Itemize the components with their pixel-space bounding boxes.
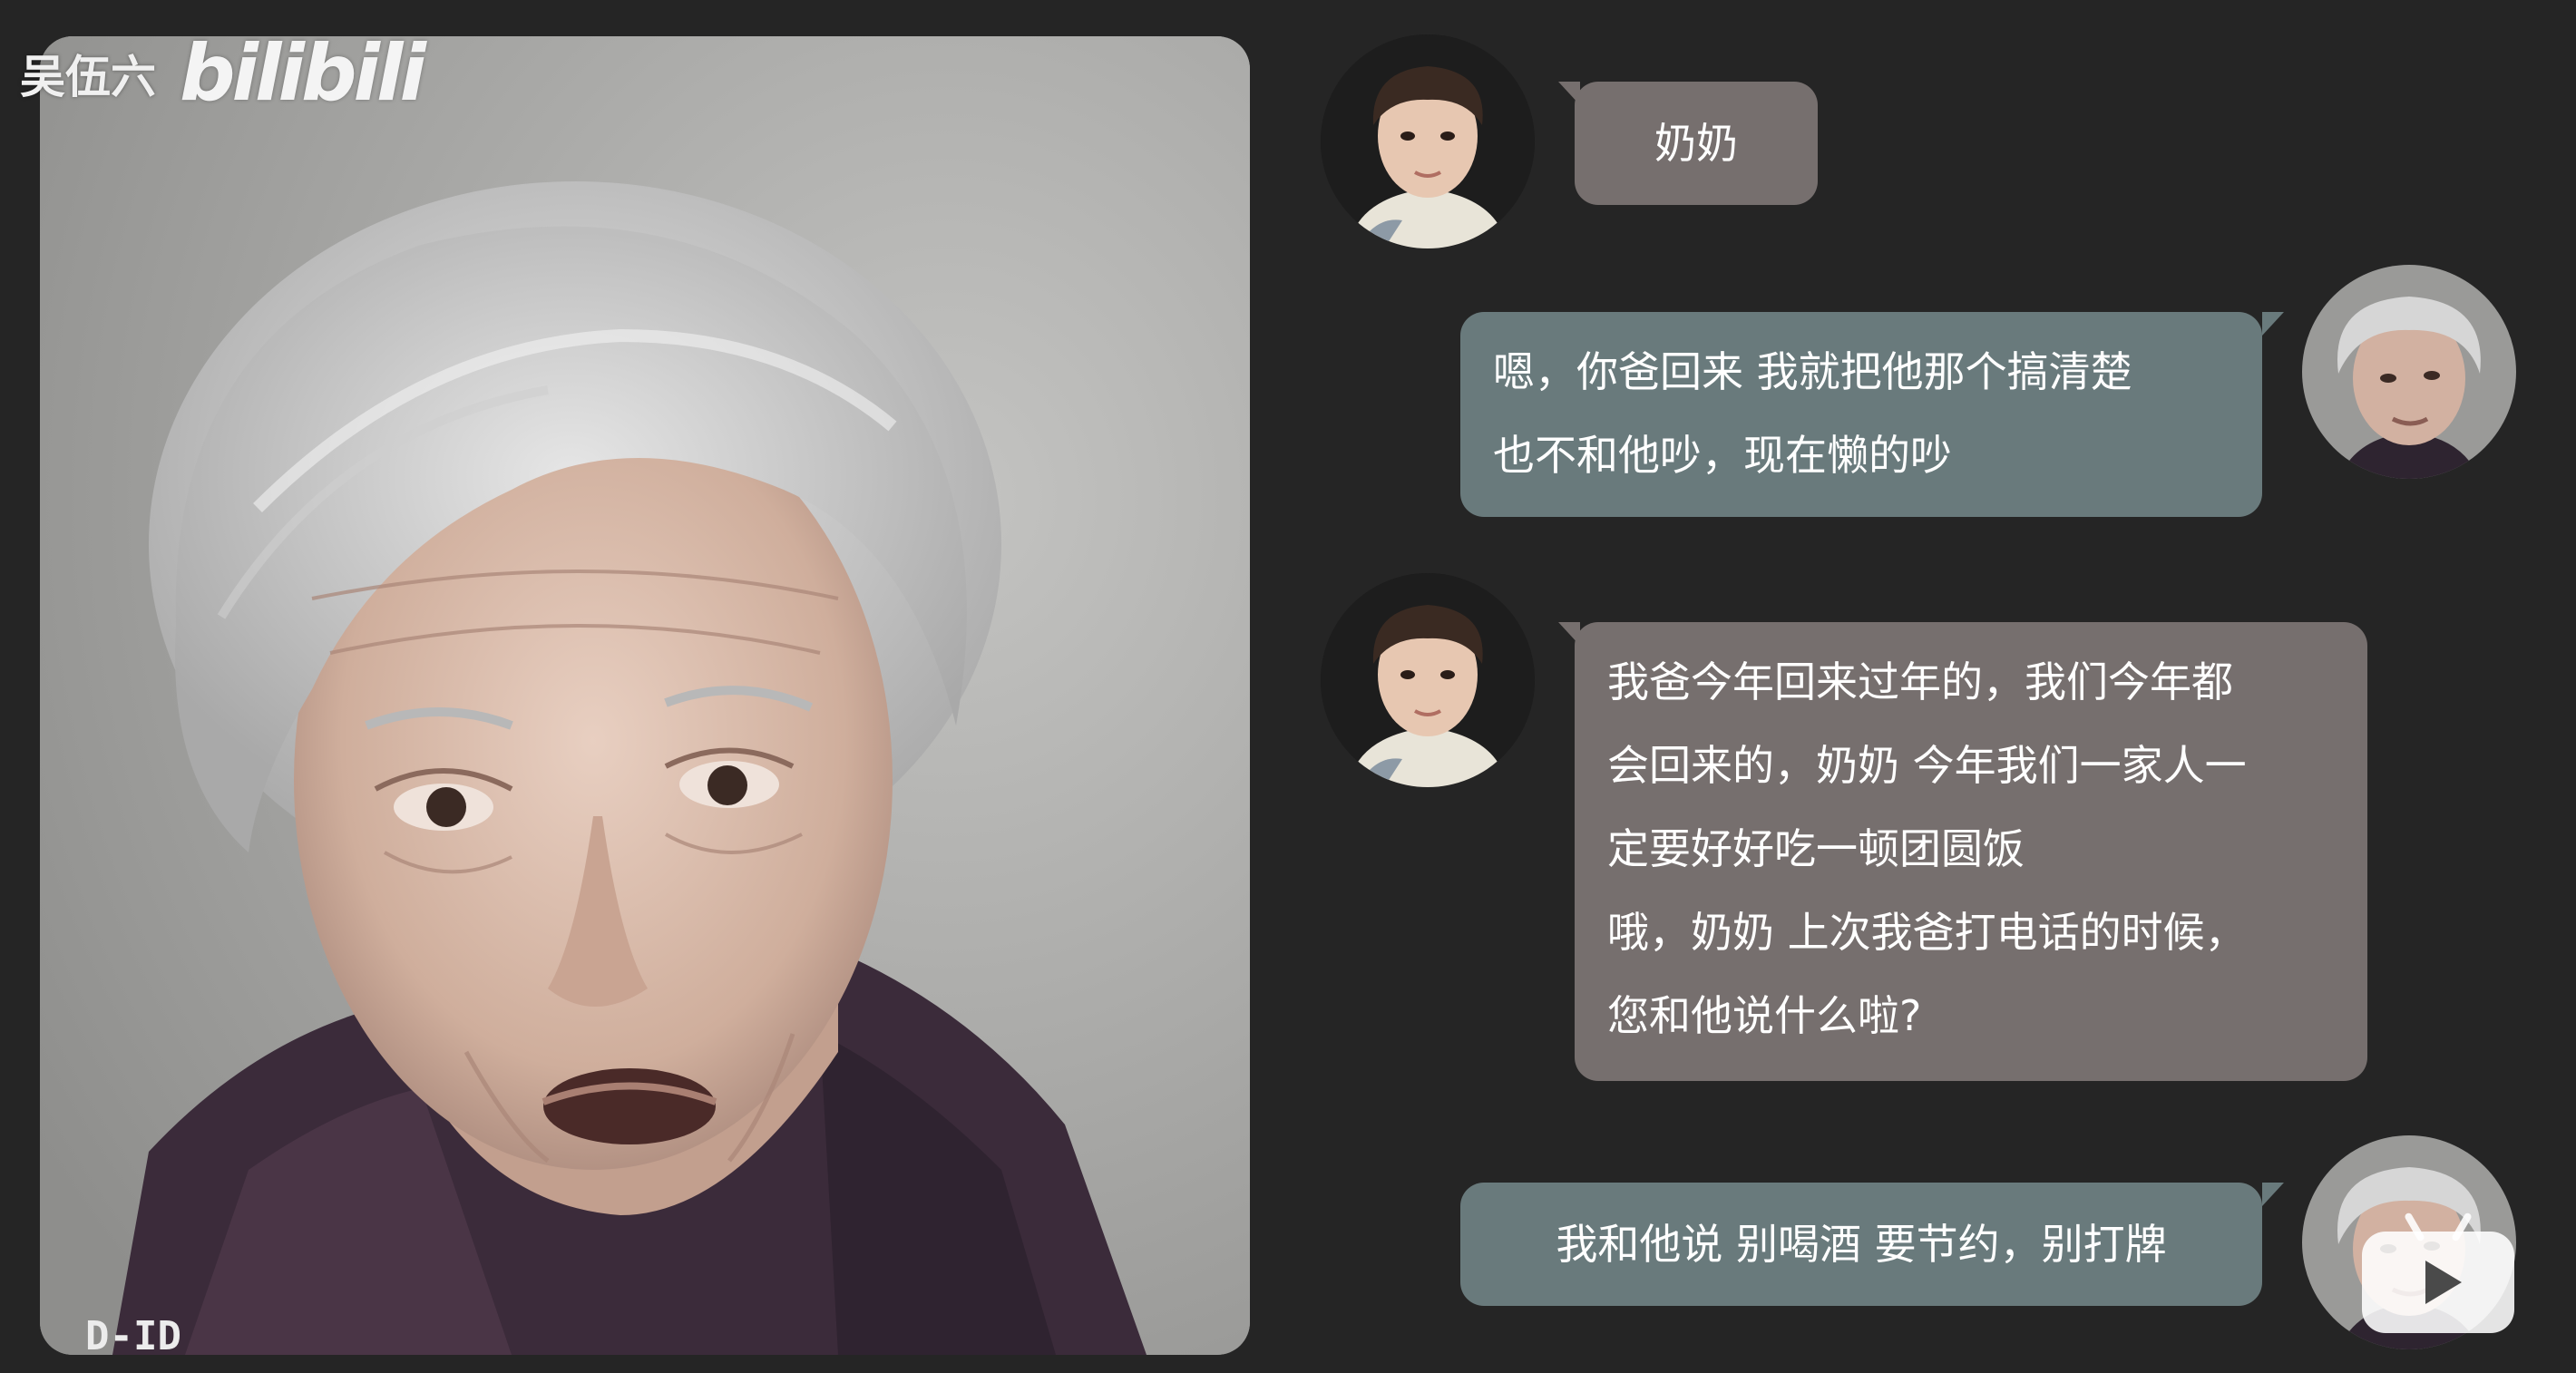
young-man-avatar	[1321, 573, 1535, 787]
uploader-name: 吴伍六	[20, 51, 156, 103]
message-text: 我和他说 别喝酒 要节约，别打牌	[1556, 1220, 2167, 1269]
message-text: 您和他说什么啦?	[1607, 991, 1922, 1040]
watermark: 吴伍六 bilibili	[20, 28, 426, 119]
message-bubble: 我和他说 别喝酒 要节约，别打牌	[1460, 1183, 2262, 1306]
young-man-avatar	[1321, 34, 1535, 248]
d-id-logo: D-ID	[85, 1313, 181, 1355]
video-frame: D-ID	[40, 36, 1250, 1355]
message-text: 我爸今年回来过年的，我们今年都	[1607, 657, 2233, 706]
bilibili-tv-icon[interactable]	[2362, 1232, 2514, 1333]
bilibili-logo: bilibili	[180, 28, 426, 119]
message-bubble: 我爸今年回来过年的，我们今年都 会回来的，奶奶 今年我们一家人一 定要好好吃一顿…	[1575, 622, 2367, 1081]
bubble-tail	[2262, 312, 2284, 336]
elderly-woman-portrait	[40, 36, 1250, 1355]
bubble-tail	[2262, 1183, 2284, 1206]
message-bubble: 奶奶	[1575, 82, 1818, 205]
message-text: 哦，奶奶 上次我爸打电话的时候，	[1607, 908, 2247, 957]
message-text: 嗯，你爸回来 我就把他那个搞清楚	[1493, 347, 2132, 396]
message-text: 也不和他吵，现在懒的吵	[1493, 431, 1952, 480]
message-text: 奶奶	[1654, 119, 1738, 168]
play-icon	[2425, 1261, 2462, 1304]
message-bubble: 嗯，你爸回来 我就把他那个搞清楚 也不和他吵，现在懒的吵	[1460, 312, 2262, 517]
elderly-woman-avatar	[2302, 265, 2516, 479]
message-text: 定要好好吃一顿团圆饭	[1607, 824, 2025, 873]
message-text: 会回来的，奶奶 今年我们一家人一	[1607, 741, 2247, 790]
